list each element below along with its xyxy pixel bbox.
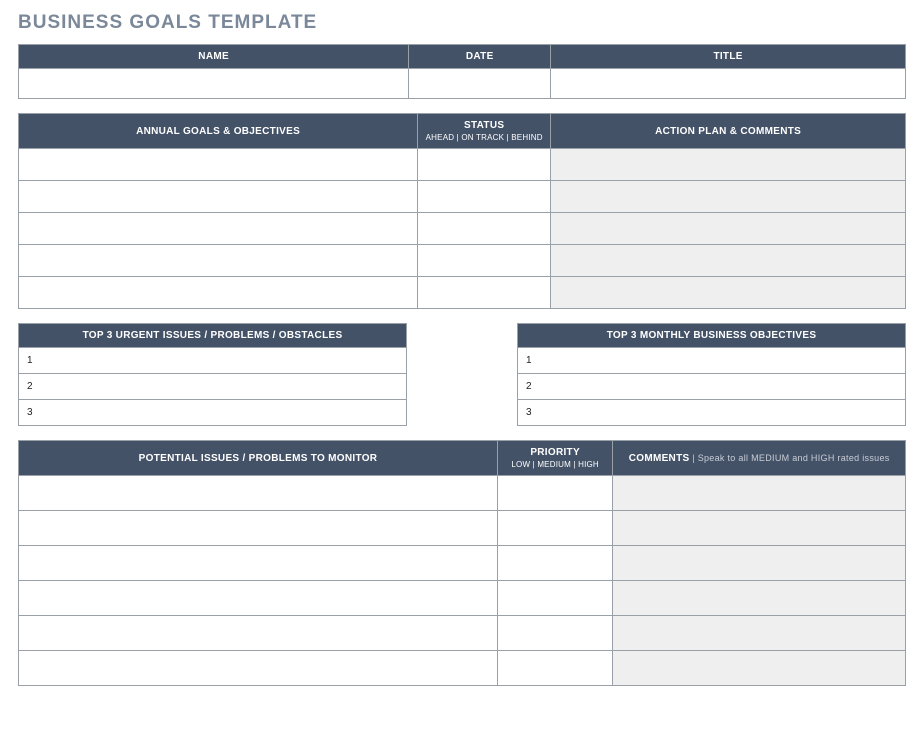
cell-priority[interactable] (497, 581, 612, 616)
cell-plan[interactable] (551, 149, 906, 181)
monitor-row (19, 546, 906, 581)
goals-row (19, 181, 906, 213)
cell-objective[interactable]: 1 (518, 348, 906, 374)
cell-status[interactable] (418, 245, 551, 277)
cell-issue[interactable] (19, 546, 498, 581)
cell-status[interactable] (418, 277, 551, 309)
cell-plan[interactable] (551, 277, 906, 309)
header-monthly-objectives: TOP 3 MONTHLY BUSINESS OBJECTIVES (518, 324, 906, 348)
cell-issue[interactable] (19, 616, 498, 651)
cell-issue[interactable]: 1 (19, 348, 407, 374)
objectives-row: 1 (518, 348, 906, 374)
cell-issue[interactable] (19, 476, 498, 511)
cell-plan[interactable] (551, 213, 906, 245)
cell-priority[interactable] (497, 476, 612, 511)
objectives-table: TOP 3 MONTHLY BUSINESS OBJECTIVES 1 2 3 (517, 323, 906, 426)
monitor-row (19, 476, 906, 511)
cell-objective[interactable]: 3 (518, 400, 906, 426)
monitor-row (19, 616, 906, 651)
cell-comment[interactable] (613, 616, 906, 651)
header-potential-issues: POTENTIAL ISSUES / PROBLEMS TO MONITOR (19, 441, 498, 476)
goals-row (19, 213, 906, 245)
cell-goal[interactable] (19, 149, 418, 181)
header-priority-sub: LOW | MEDIUM | HIGH (502, 460, 608, 469)
cell-name[interactable] (19, 69, 409, 99)
cell-plan[interactable] (551, 181, 906, 213)
header-action-plan: ACTION PLAN & COMMENTS (551, 114, 906, 149)
cell-date[interactable] (409, 69, 551, 99)
cell-issue[interactable]: 3 (19, 400, 407, 426)
objectives-row: 3 (518, 400, 906, 426)
issues-row: 1 (19, 348, 407, 374)
cell-goal[interactable] (19, 245, 418, 277)
cell-objective[interactable]: 2 (518, 374, 906, 400)
monitor-table: POTENTIAL ISSUES / PROBLEMS TO MONITOR P… (18, 440, 906, 686)
page-title: BUSINESS GOALS TEMPLATE (18, 12, 906, 34)
header-date: DATE (409, 45, 551, 69)
issues-row: 2 (19, 374, 407, 400)
header-comments: COMMENTS | Speak to all MEDIUM and HIGH … (613, 441, 906, 476)
objectives-row: 2 (518, 374, 906, 400)
header-priority: PRIORITY LOW | MEDIUM | HIGH (497, 441, 612, 476)
goals-row (19, 149, 906, 181)
cell-issue[interactable] (19, 651, 498, 686)
issues-table: TOP 3 URGENT ISSUES / PROBLEMS / OBSTACL… (18, 323, 407, 426)
issues-row: 3 (19, 400, 407, 426)
cell-priority[interactable] (497, 546, 612, 581)
header-priority-top: PRIORITY (530, 447, 580, 458)
monitor-row (19, 581, 906, 616)
goals-row (19, 245, 906, 277)
goals-row (19, 277, 906, 309)
cell-issue[interactable] (19, 511, 498, 546)
cell-priority[interactable] (497, 651, 612, 686)
cell-status[interactable] (418, 181, 551, 213)
monitor-row (19, 651, 906, 686)
cell-issue[interactable]: 2 (19, 374, 407, 400)
cell-priority[interactable] (497, 616, 612, 651)
cell-comment[interactable] (613, 651, 906, 686)
header-status-top: STATUS (464, 120, 504, 131)
header-annual-goals: ANNUAL GOALS & OBJECTIVES (19, 114, 418, 149)
header-name: NAME (19, 45, 409, 69)
header-comments-main: COMMENTS (629, 453, 690, 464)
cell-priority[interactable] (497, 511, 612, 546)
header-status: STATUS AHEAD | ON TRACK | BEHIND (418, 114, 551, 149)
cell-status[interactable] (418, 213, 551, 245)
header-urgent-issues: TOP 3 URGENT ISSUES / PROBLEMS / OBSTACL… (19, 324, 407, 348)
cell-comment[interactable] (613, 546, 906, 581)
cell-goal[interactable] (19, 181, 418, 213)
header-status-sub: AHEAD | ON TRACK | BEHIND (422, 133, 546, 142)
cell-comment[interactable] (613, 476, 906, 511)
cell-status[interactable] (418, 149, 551, 181)
cell-plan[interactable] (551, 245, 906, 277)
cell-comment[interactable] (613, 581, 906, 616)
monitor-row (19, 511, 906, 546)
info-table: NAME DATE TITLE (18, 44, 906, 99)
header-comments-sub: | Speak to all MEDIUM and HIGH rated iss… (689, 453, 889, 463)
cell-comment[interactable] (613, 511, 906, 546)
cell-title[interactable] (551, 69, 906, 99)
cell-goal[interactable] (19, 213, 418, 245)
header-title: TITLE (551, 45, 906, 69)
goals-table: ANNUAL GOALS & OBJECTIVES STATUS AHEAD |… (18, 113, 906, 309)
cell-issue[interactable] (19, 581, 498, 616)
cell-goal[interactable] (19, 277, 418, 309)
info-row (19, 69, 906, 99)
